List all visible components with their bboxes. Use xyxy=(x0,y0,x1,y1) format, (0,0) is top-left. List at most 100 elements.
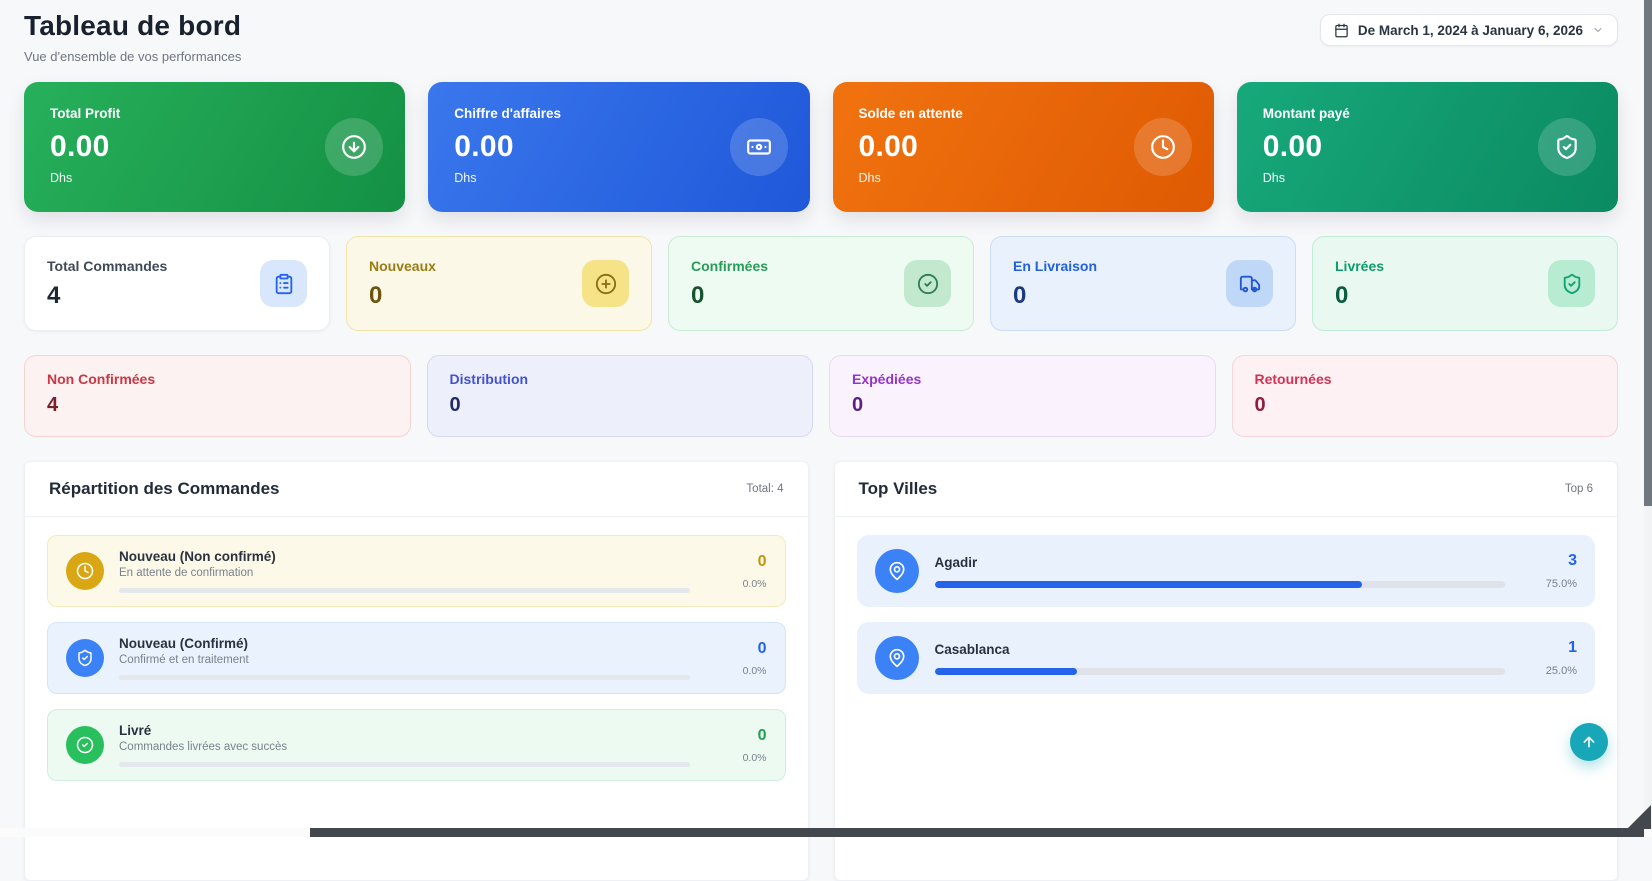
scroll-to-top-button[interactable] xyxy=(1570,723,1608,761)
cities-list: Agadir 3 75.0% Casablanca xyxy=(835,517,1618,727)
city-count: 1 xyxy=(1521,639,1577,657)
kpi-card-solde-en-attente: Solde en attente 0.00 Dhs xyxy=(833,82,1214,212)
status-card-nouveaux: Nouveaux 0 xyxy=(346,236,652,331)
arrow-down-circle-icon xyxy=(325,118,383,176)
panel-title: Top Villes xyxy=(859,479,938,499)
status-card-text: Confirmées 0 xyxy=(691,258,768,310)
clock-icon xyxy=(66,552,104,590)
status-card-text: En Livraison 0 xyxy=(1013,258,1097,310)
truck-icon xyxy=(1226,260,1273,307)
status-card-row: Total Commandes 4 Nouveaux 0 Confirmées … xyxy=(24,236,1618,331)
order-status-percent: 0.0% xyxy=(705,578,767,590)
order-status-count: 0 xyxy=(705,640,767,658)
status-card-non-confirmees: Non Confirmées 4 xyxy=(24,355,411,437)
progress-track xyxy=(119,675,690,680)
kpi-unit: Dhs xyxy=(50,171,379,185)
orders-distribution-panel: Répartition des Commandes Total: 4 Nouve… xyxy=(24,461,809,881)
dashboard-page: Tableau de bord Vue d'ensemble de vos pe… xyxy=(0,0,1652,881)
page-subtitle: Vue d'ensemble de vos performances xyxy=(24,49,241,64)
order-status-text: Nouveau (Confirmé) Confirmé et en traite… xyxy=(119,636,690,680)
bottom-panels: Répartition des Commandes Total: 4 Nouve… xyxy=(24,461,1618,881)
order-status-count: 0 xyxy=(705,727,767,745)
status-card-value: 0 xyxy=(1335,282,1384,310)
date-range-label: De March 1, 2024 à January 6, 2026 xyxy=(1358,23,1583,38)
status-card-value: 0 xyxy=(369,282,436,310)
kpi-unit: Dhs xyxy=(1263,171,1592,185)
date-range-button[interactable]: De March 1, 2024 à January 6, 2026 xyxy=(1320,14,1618,46)
city-text: Agadir xyxy=(935,555,1506,588)
order-status-subtitle: Confirmé et en traitement xyxy=(119,654,690,666)
kpi-unit: Dhs xyxy=(454,171,783,185)
status-card-expediees: Expédiées 0 xyxy=(829,355,1216,437)
order-status-stats: 0 0.0% xyxy=(705,727,767,764)
progress-fill xyxy=(935,581,1363,588)
status-card-label: En Livraison xyxy=(1013,258,1097,274)
kpi-card-total-profit: Total Profit 0.00 Dhs xyxy=(24,82,405,212)
progress-fill xyxy=(935,668,1078,675)
status-card-label: Retournées xyxy=(1255,371,1596,387)
kpi-title: Montant payé xyxy=(1263,106,1592,121)
panel-title: Répartition des Commandes xyxy=(49,479,280,499)
city-count: 3 xyxy=(1521,552,1577,570)
horizontal-scrollbar[interactable] xyxy=(0,828,1652,837)
progress-track xyxy=(935,668,1506,675)
kpi-title: Solde en attente xyxy=(859,106,1188,121)
status-card-label: Expédiées xyxy=(852,371,1193,387)
order-status-row-livre: Livré Commandes livrées avec succès 0 0.… xyxy=(47,709,786,781)
status-card-value: 0 xyxy=(1013,282,1097,310)
panel-meta-top: Top 6 xyxy=(1565,483,1593,495)
order-status-title: Nouveau (Confirmé) xyxy=(119,636,690,651)
city-name: Casablanca xyxy=(935,642,1506,657)
city-name: Agadir xyxy=(935,555,1506,570)
status-card-en-livraison: En Livraison 0 xyxy=(990,236,1296,331)
city-percent: 75.0% xyxy=(1521,578,1577,590)
status-card-text: Livrées 0 xyxy=(1335,258,1384,310)
order-status-subtitle: Commandes livrées avec succès xyxy=(119,741,690,753)
panel-header: Répartition des Commandes Total: 4 xyxy=(25,462,808,517)
kpi-card-chiffre-affaires: Chiffre d'affaires 0.00 Dhs xyxy=(428,82,809,212)
city-stats: 3 75.0% xyxy=(1521,552,1577,590)
status-card-value: 0 xyxy=(852,394,1193,417)
kpi-card-row: Total Profit 0.00 Dhs Chiffre d'affaires… xyxy=(24,82,1618,212)
secondary-status-card-row: Non Confirmées 4 Distribution 0 Expédiée… xyxy=(24,355,1618,437)
top-cities-panel: Top Villes Top 6 Agadir 3 xyxy=(834,461,1619,881)
status-card-value: 0 xyxy=(691,282,768,310)
chevron-down-icon xyxy=(1592,24,1604,36)
city-percent: 25.0% xyxy=(1521,665,1577,677)
city-row-agadir: Agadir 3 75.0% xyxy=(857,535,1596,607)
status-card-text: Nouveaux 0 xyxy=(369,258,436,310)
status-card-total-commandes: Total Commandes 4 xyxy=(24,236,330,331)
shield-check-icon xyxy=(66,639,104,677)
arrow-up-icon xyxy=(1581,734,1597,750)
status-card-value: 4 xyxy=(47,394,388,417)
status-card-value: 4 xyxy=(47,282,167,310)
panel-meta-total: Total: 4 xyxy=(746,483,783,495)
orders-list: Nouveau (Non confirmé) En attente de con… xyxy=(25,517,808,814)
status-card-value: 0 xyxy=(450,394,791,417)
map-pin-icon xyxy=(875,549,919,593)
order-status-row-nouveau-confirme: Nouveau (Confirmé) Confirmé et en traite… xyxy=(47,622,786,694)
kpi-title: Total Profit xyxy=(50,106,379,121)
vertical-scrollbar[interactable] xyxy=(1644,0,1652,837)
page-title: Tableau de bord xyxy=(24,10,241,42)
order-status-percent: 0.0% xyxy=(705,665,767,677)
check-circle-icon xyxy=(66,726,104,764)
order-status-subtitle: En attente de confirmation xyxy=(119,567,690,579)
status-card-livrees: Livrées 0 xyxy=(1312,236,1618,331)
status-card-label: Distribution xyxy=(450,371,791,387)
status-card-confirmees: Confirmées 0 xyxy=(668,236,974,331)
status-card-retournees: Retournées 0 xyxy=(1232,355,1619,437)
order-status-percent: 0.0% xyxy=(705,752,767,764)
clock-icon xyxy=(1134,118,1192,176)
horizontal-scrollbar-thumb[interactable] xyxy=(310,828,1644,837)
check-circle-icon xyxy=(904,260,951,307)
order-status-title: Nouveau (Non confirmé) xyxy=(119,549,690,564)
city-row-casablanca: Casablanca 1 25.0% xyxy=(857,622,1596,694)
map-pin-icon xyxy=(875,636,919,680)
vertical-scrollbar-thumb[interactable] xyxy=(1644,0,1652,506)
order-status-count: 0 xyxy=(705,553,767,571)
kpi-unit: Dhs xyxy=(859,171,1188,185)
plus-circle-icon xyxy=(582,260,629,307)
city-text: Casablanca xyxy=(935,642,1506,675)
status-card-label: Total Commandes xyxy=(47,258,167,274)
